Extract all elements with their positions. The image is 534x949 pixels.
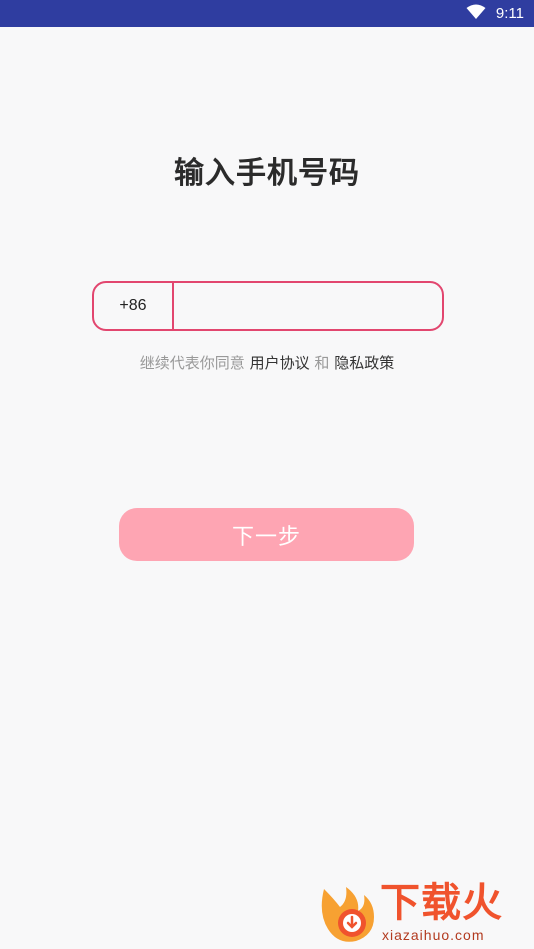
status-time: 9:11 <box>495 5 524 22</box>
wifi-icon <box>466 4 486 24</box>
agreement-prefix: 继续代表你同意 <box>139 354 245 372</box>
status-bar: 9:11 <box>0 0 534 27</box>
agreement-text: 继续代表你同意 用户协议 和 隐私政策 <box>0 352 534 373</box>
next-button[interactable]: 下一步 <box>119 508 414 561</box>
terms-link[interactable]: 用户协议 <box>250 354 310 372</box>
watermark-brand: 下载火 <box>380 880 503 926</box>
flame-logo-icon <box>321 887 374 942</box>
privacy-link[interactable]: 隐私政策 <box>334 354 394 372</box>
page-title: 输入手机号码 <box>174 156 360 191</box>
phone-number-input[interactable] <box>176 285 438 327</box>
status-right: 9:11 <box>466 0 524 27</box>
phone-input-group: +86 <box>92 281 444 331</box>
input-divider <box>172 283 174 329</box>
country-code-selector[interactable]: +86 <box>94 283 172 329</box>
agreement-conjunction: 和 <box>314 354 330 372</box>
watermark: 下载火 xiazaihuo.com <box>316 879 530 947</box>
watermark-url: xiazaihuo.com <box>382 927 485 943</box>
